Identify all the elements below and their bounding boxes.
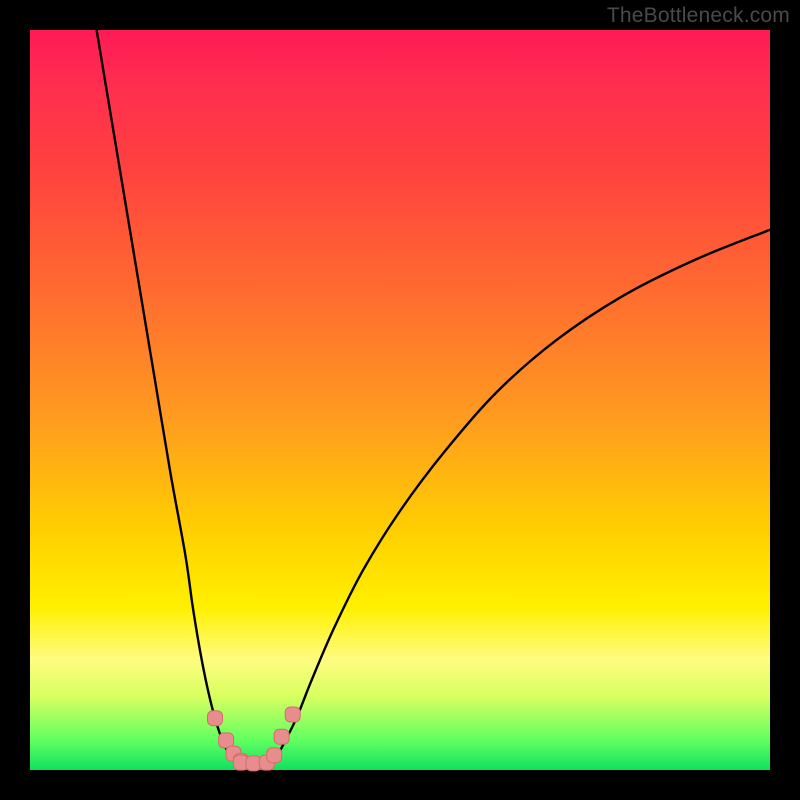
data-marker (208, 711, 223, 726)
data-marker (219, 733, 234, 748)
chart-svg (30, 30, 770, 770)
data-marker (246, 756, 261, 771)
curve-left-path (97, 30, 238, 763)
curve-right (274, 230, 770, 763)
curve-left (97, 30, 238, 763)
data-marker (285, 707, 300, 722)
data-marker (267, 748, 282, 763)
marker-group (208, 707, 301, 771)
watermark-text: TheBottleneck.com (607, 4, 790, 28)
chart-frame: TheBottleneck.com (0, 0, 800, 800)
data-marker (274, 729, 289, 744)
curve-right-path (274, 230, 770, 763)
